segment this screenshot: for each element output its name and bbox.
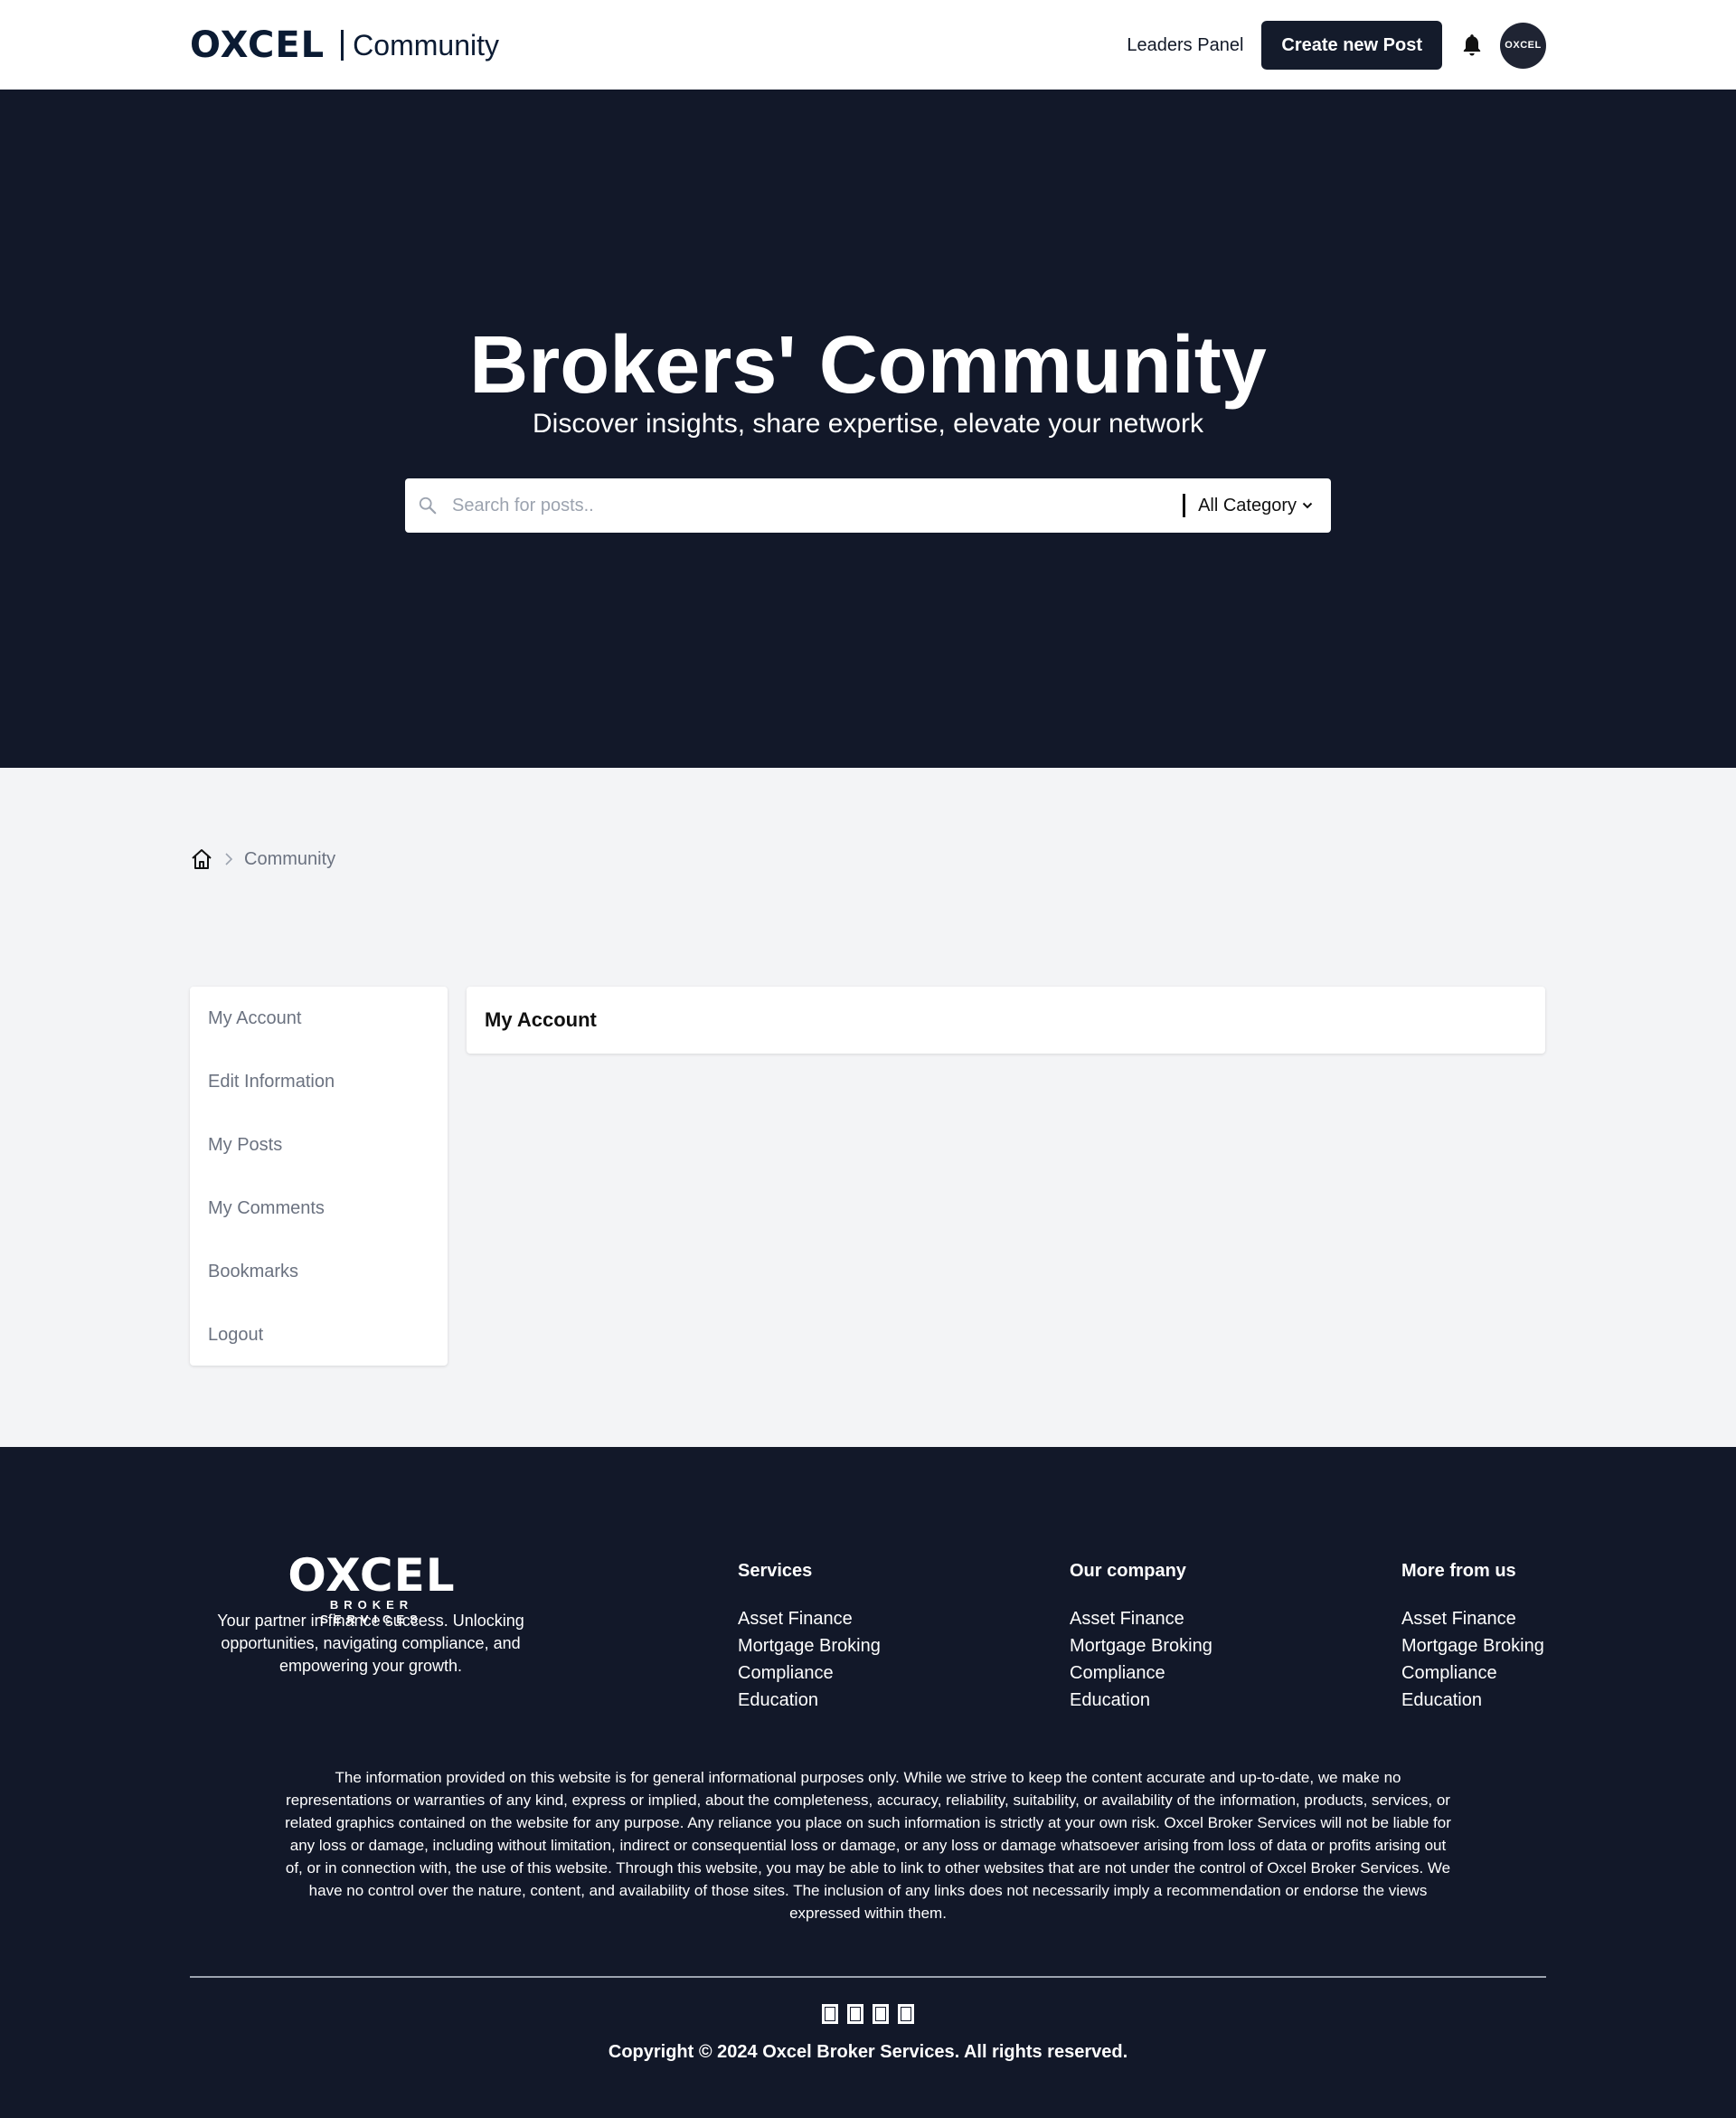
top-navbar: OXCEL Community Leaders Panel Create new… xyxy=(0,0,1736,90)
sidebar-item-edit-information[interactable]: Edit Information xyxy=(190,1052,448,1115)
brand[interactable]: OXCEL Community xyxy=(190,27,499,63)
sidebar-item-my-account[interactable]: My Account xyxy=(190,988,448,1052)
footer-link[interactable]: Asset Finance xyxy=(738,1605,881,1632)
footer-link[interactable]: Compliance xyxy=(1401,1659,1544,1687)
brand-divider xyxy=(341,30,344,61)
footer-column-more-from-us: More from us Asset Finance Mortgage Brok… xyxy=(1401,1560,1544,1714)
footer-column-title: Our company xyxy=(1070,1561,1186,1581)
social-icon-3[interactable] xyxy=(873,2004,889,2024)
home-icon[interactable] xyxy=(190,847,213,871)
breadcrumb: Community xyxy=(190,846,335,872)
footer-link[interactable]: Asset Finance xyxy=(1401,1605,1544,1632)
avatar-logo-text: OXCEL xyxy=(1505,40,1542,51)
bell-icon[interactable] xyxy=(1460,33,1484,58)
search-divider xyxy=(1183,494,1186,517)
panel-title: My Account xyxy=(485,1008,597,1031)
footer-divider xyxy=(190,1976,1546,1978)
category-dropdown[interactable]: All Category xyxy=(1198,496,1313,516)
footer-column-services: Services Asset Finance Mortgage Broking … xyxy=(738,1560,881,1714)
social-links xyxy=(0,2004,1736,2024)
footer-link[interactable]: Compliance xyxy=(1070,1659,1212,1687)
header-actions: Leaders Panel Create new Post OXCEL xyxy=(1127,20,1546,71)
sidebar-item-my-comments[interactable]: My Comments xyxy=(190,1178,448,1242)
brand-community-label: Community xyxy=(353,29,499,61)
social-icon-2[interactable] xyxy=(847,2004,863,2024)
footer: OXCEL BROKER SERVICES Your partner in fi… xyxy=(0,1447,1736,2118)
hero-subtitle: Discover insights, share expertise, elev… xyxy=(532,409,1203,439)
footer-disclaimer: The information provided on this website… xyxy=(285,1769,1451,1922)
social-icon-1[interactable] xyxy=(822,2004,838,2024)
footer-column-title: Services xyxy=(738,1561,813,1581)
footer-link[interactable]: Education xyxy=(1401,1687,1544,1714)
sidebar-item-my-posts[interactable]: My Posts xyxy=(190,1115,448,1178)
search-input[interactable] xyxy=(450,487,1184,525)
page: OXCEL Community Leaders Panel Create new… xyxy=(0,0,1736,2118)
sidebar-item-bookmarks[interactable]: Bookmarks xyxy=(190,1242,448,1305)
oxcel-logo[interactable]: OXCEL xyxy=(190,27,325,63)
breadcrumb-current[interactable]: Community xyxy=(244,849,335,870)
footer-link[interactable]: Mortgage Broking xyxy=(1070,1632,1212,1659)
category-dropdown-label: All Category xyxy=(1198,495,1297,515)
chevron-right-icon xyxy=(225,853,233,865)
user-avatar[interactable]: OXCEL xyxy=(1500,22,1546,69)
chevron-down-icon xyxy=(1302,502,1313,509)
footer-link[interactable]: Asset Finance xyxy=(1070,1605,1212,1632)
footer-link[interactable]: Mortgage Broking xyxy=(738,1632,881,1659)
hero-section: Brokers' Community Discover insights, sh… xyxy=(0,90,1736,768)
search-icon xyxy=(419,496,437,515)
leaders-panel-link[interactable]: Leaders Panel xyxy=(1127,35,1243,56)
footer-link[interactable]: Education xyxy=(1070,1687,1212,1714)
footer-link[interactable]: Compliance xyxy=(738,1659,881,1687)
hero-title: Brokers' Community xyxy=(469,320,1267,411)
account-panel: My Account xyxy=(467,987,1545,1054)
search-bar: All Category xyxy=(405,478,1331,533)
account-sidebar: My Account Edit Information My Posts My … xyxy=(190,987,448,1366)
footer-link[interactable]: Mortgage Broking xyxy=(1401,1632,1544,1659)
footer-column-title: More from us xyxy=(1401,1561,1516,1581)
copyright: Copyright © 2024 Oxcel Broker Services. … xyxy=(608,2042,1128,2062)
footer-tagline: Your partner in finance success. Unlocki… xyxy=(217,1612,524,1675)
footer-link[interactable]: Education xyxy=(738,1687,881,1714)
footer-logo-text: OXCEL xyxy=(288,1549,456,1602)
sidebar-item-logout[interactable]: Logout xyxy=(190,1305,448,1368)
social-icon-4[interactable] xyxy=(898,2004,914,2024)
footer-column-our-company: Our company Asset Finance Mortgage Broki… xyxy=(1070,1560,1212,1714)
create-new-post-button[interactable]: Create new Post xyxy=(1261,21,1442,70)
